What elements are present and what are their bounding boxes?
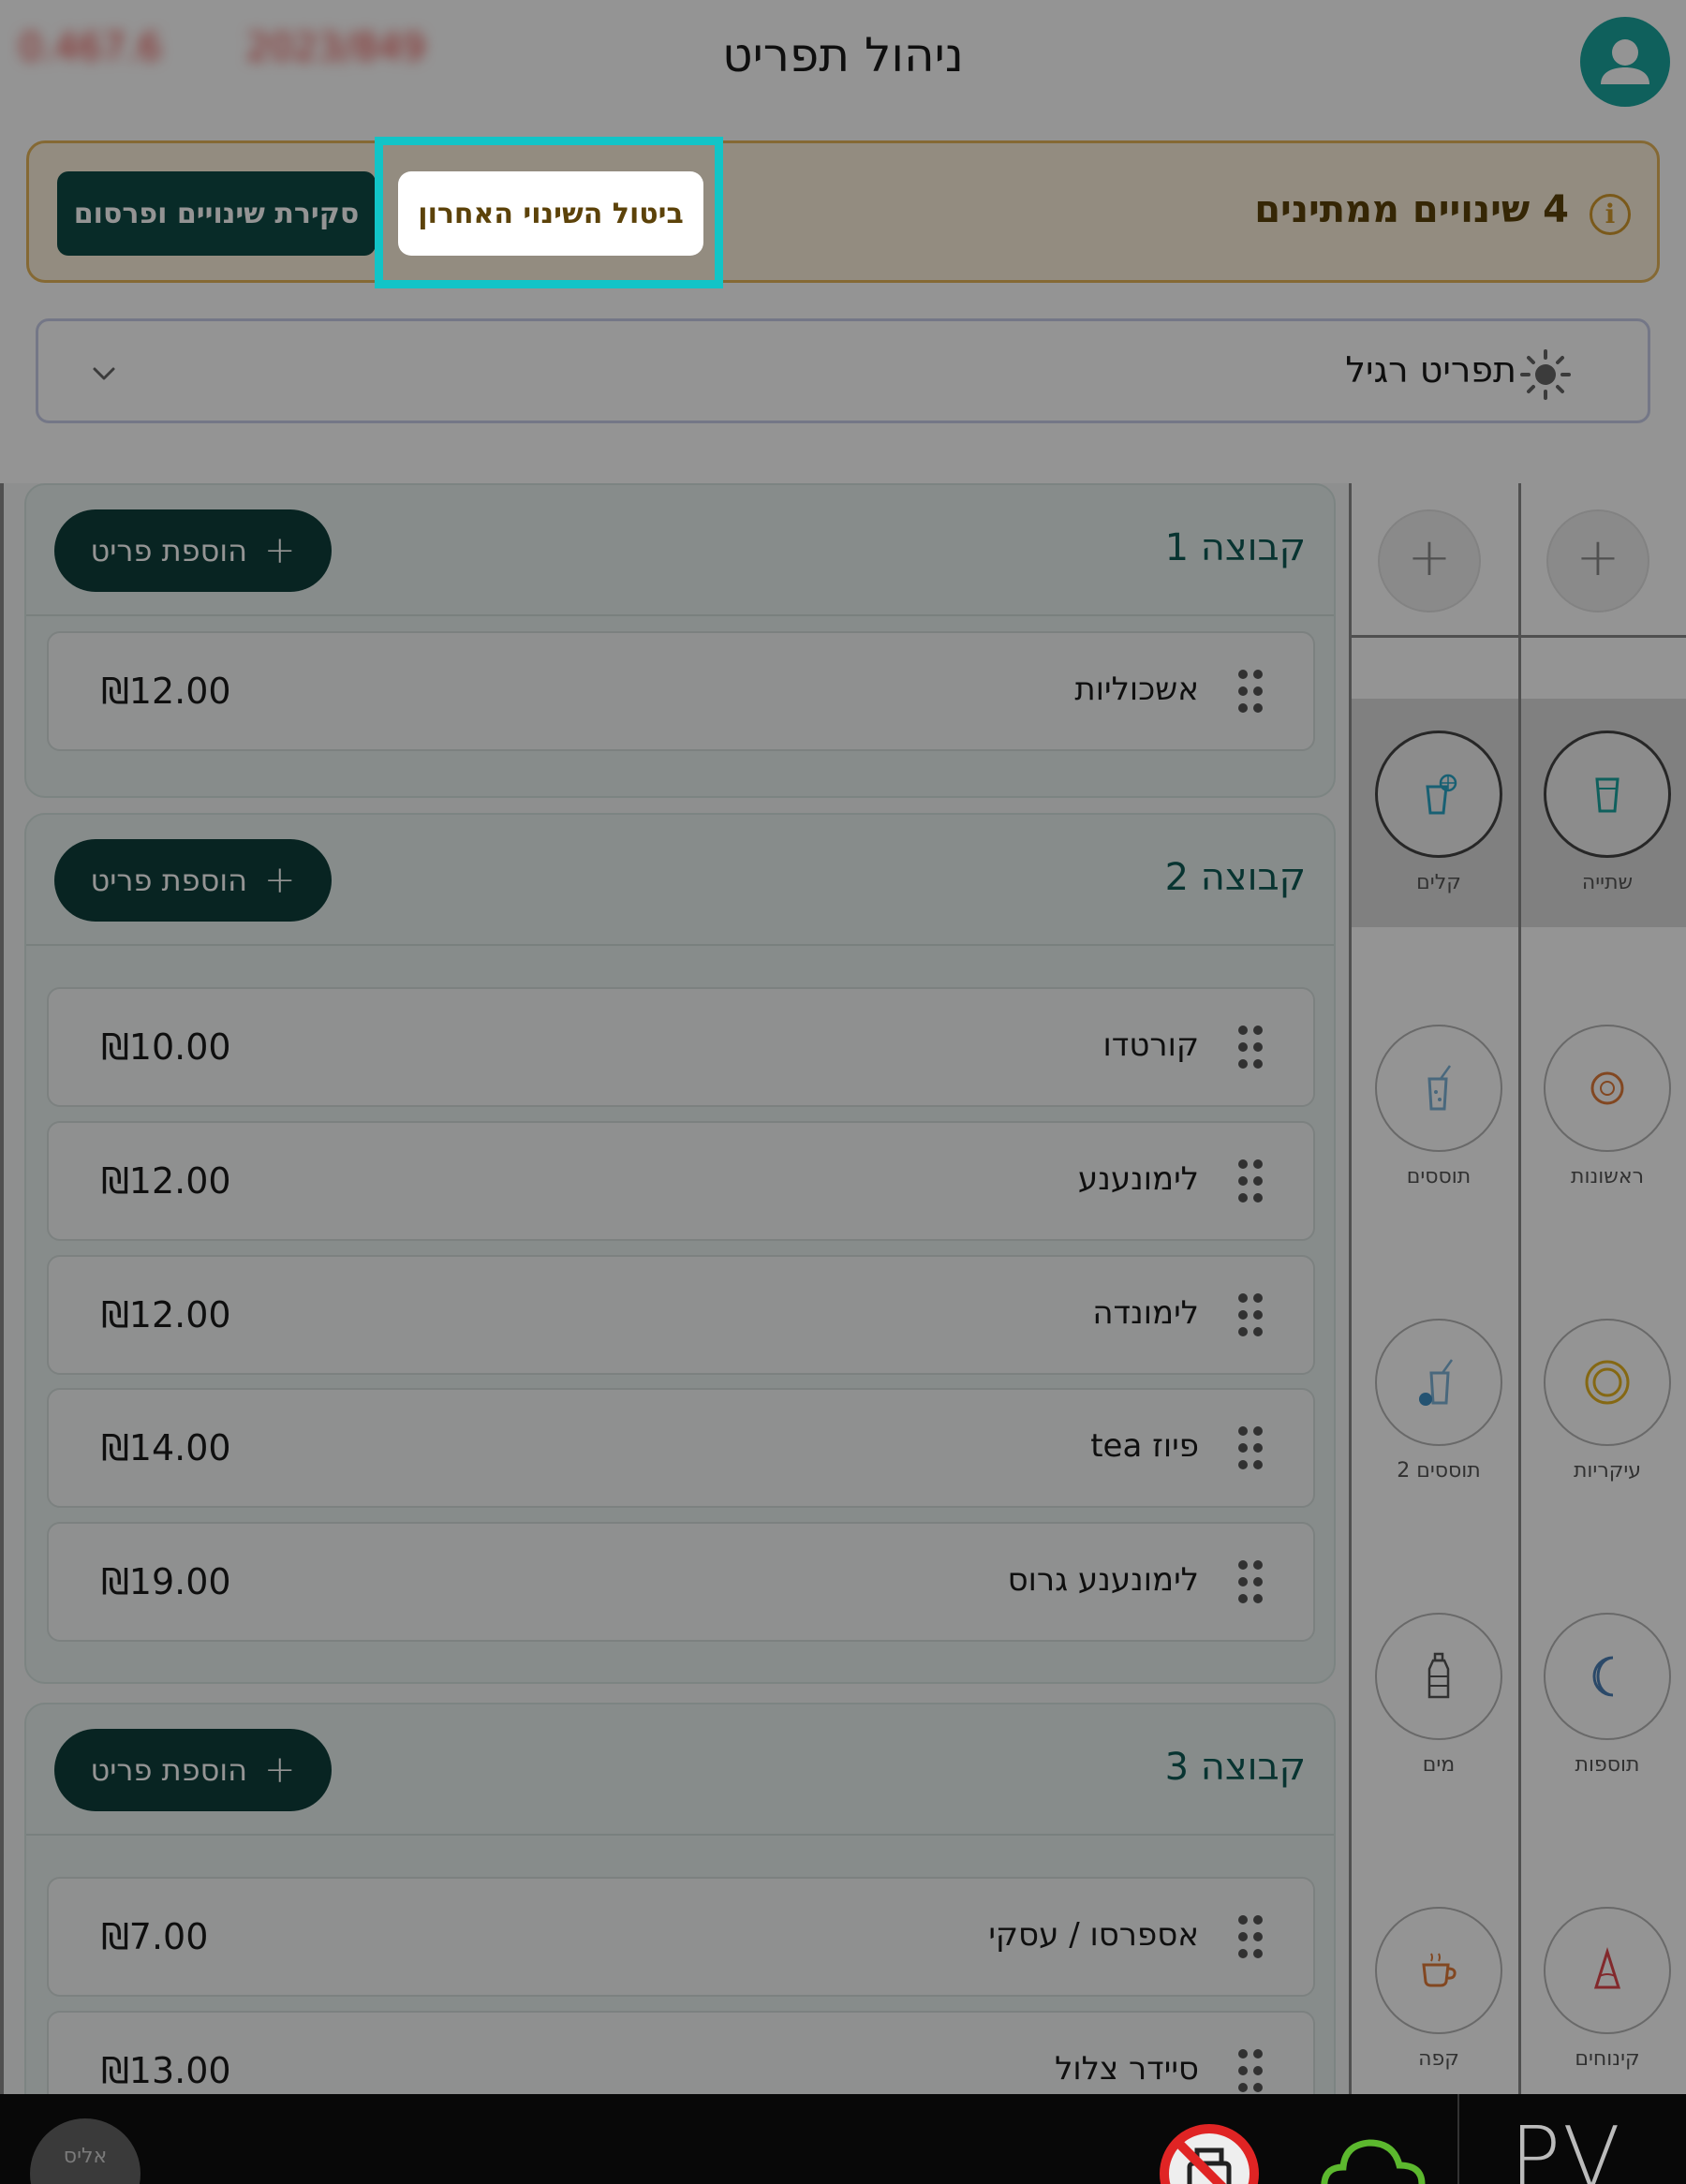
divider bbox=[1457, 2094, 1459, 2184]
bottom-bar: אליס PV bbox=[0, 2094, 1686, 2184]
cloud-sync-icon[interactable] bbox=[1319, 2128, 1427, 2184]
brand-logo: PV bbox=[1510, 2109, 1622, 2184]
user-avatar[interactable]: אליס bbox=[30, 2118, 140, 2184]
printer-disabled-icon[interactable] bbox=[1158, 2122, 1261, 2184]
focus-highlight bbox=[375, 137, 723, 288]
modal-dim-overlay bbox=[0, 0, 1686, 2094]
